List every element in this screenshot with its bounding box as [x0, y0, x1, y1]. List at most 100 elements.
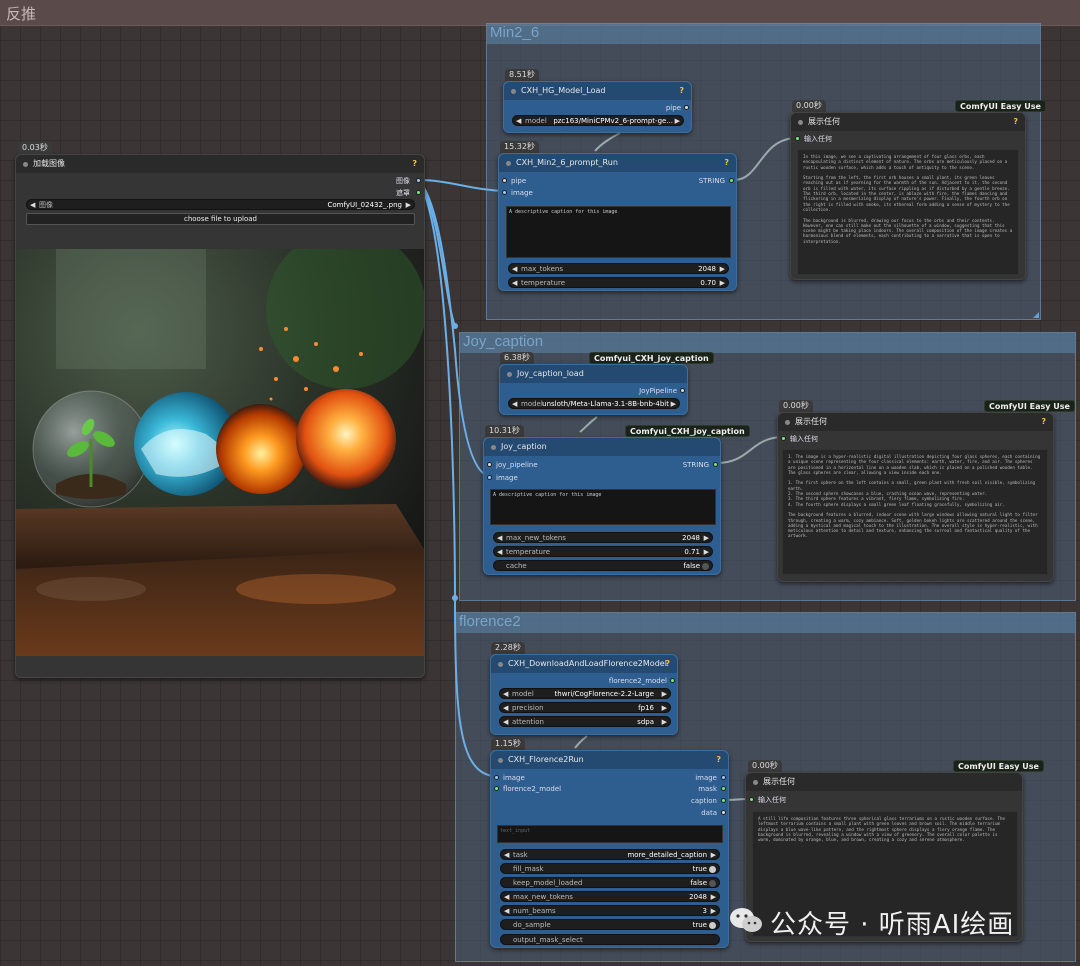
- arrow-right-icon[interactable]: ▶: [704, 533, 709, 544]
- output-text[interactable]: 1. The image is a hyper-realistic digita…: [782, 449, 1048, 575]
- node-header[interactable]: CXH_HG_Model_Load ?: [504, 82, 691, 100]
- collapse-dot-icon[interactable]: [798, 120, 803, 125]
- arrow-left-icon[interactable]: ◀: [504, 892, 509, 903]
- node-header[interactable]: 展示任何 ?: [791, 113, 1025, 131]
- arrow-left-icon[interactable]: ◀: [497, 533, 502, 544]
- hg-model-load-node[interactable]: CXH_HG_Model_Load ? pipe ◀ model pzc163/…: [503, 81, 692, 133]
- upload-button[interactable]: choose file to upload: [26, 213, 415, 225]
- output-mask-pin[interactable]: [416, 190, 421, 195]
- arrow-left-icon[interactable]: ◀: [497, 547, 502, 558]
- help-icon[interactable]: ?: [724, 154, 729, 172]
- min-prompt-run-node[interactable]: CXH_Min2_6_prompt_Run ? pipe image STRIN…: [498, 153, 737, 291]
- input-pipe-pin[interactable]: [502, 178, 507, 183]
- input-pipeline-pin[interactable]: [487, 462, 492, 467]
- arrow-right-icon[interactable]: ▶: [675, 116, 680, 127]
- arrow-left-icon[interactable]: ◀: [512, 399, 517, 410]
- arrow-right-icon[interactable]: ▶: [720, 278, 725, 289]
- arrow-left-icon[interactable]: ◀: [512, 278, 517, 289]
- arrow-right-icon[interactable]: ▶: [662, 703, 667, 714]
- collapse-dot-icon[interactable]: [507, 372, 512, 377]
- toggle-knob[interactable]: [709, 922, 716, 929]
- max-new-tokens-number[interactable]: ◀ max_new_tokens 2048 ▶: [493, 532, 713, 543]
- prompt-textarea[interactable]: A descriptive caption for this image: [490, 489, 716, 525]
- arrow-left-icon[interactable]: ◀: [504, 850, 509, 861]
- arrow-right-icon[interactable]: ▶: [704, 547, 709, 558]
- collapse-dot-icon[interactable]: [511, 89, 516, 94]
- output-mask-select-input[interactable]: output_mask_select: [500, 934, 720, 945]
- arrow-right-icon[interactable]: ▶: [406, 200, 411, 211]
- max-tokens-number[interactable]: ◀ max_tokens 2048 ▶: [508, 263, 729, 274]
- florence-run-node[interactable]: CXH_Florence2Run ? image florence2_model…: [490, 750, 729, 948]
- arrow-left-icon[interactable]: ◀: [516, 116, 521, 127]
- input-model-pin[interactable]: [494, 786, 499, 791]
- output-image-pin[interactable]: [416, 178, 421, 183]
- input-image-pin[interactable]: [502, 190, 507, 195]
- collapse-dot-icon[interactable]: [498, 758, 503, 763]
- attention-combo[interactable]: ◀ attention sdpa ▶: [499, 716, 671, 727]
- joy-caption-load-node[interactable]: Joy_caption_load JoyPipeline ◀ model uns…: [499, 364, 688, 415]
- node-header[interactable]: Joy_caption: [484, 438, 720, 456]
- fill-mask-toggle[interactable]: fill_mask true: [500, 863, 720, 874]
- output-mask-pin[interactable]: [721, 786, 726, 791]
- do-sample-toggle[interactable]: do_sample true: [500, 919, 720, 930]
- joy-caption-run-node[interactable]: Joy_caption joy_pipeline image STRING A …: [483, 437, 721, 575]
- collapse-dot-icon[interactable]: [753, 780, 758, 785]
- input-anything-pin[interactable]: [781, 436, 786, 441]
- collapse-dot-icon[interactable]: [785, 420, 790, 425]
- prompt-textarea[interactable]: A descriptive caption for this image: [506, 206, 731, 258]
- arrow-left-icon[interactable]: ◀: [30, 200, 35, 211]
- model-combo[interactable]: ◀ model pzc163/MiniCPMv2_6-prompt-ge... …: [512, 115, 684, 126]
- arrow-right-icon[interactable]: ▶: [671, 399, 676, 410]
- collapse-dot-icon[interactable]: [491, 445, 496, 450]
- node-canvas[interactable]: 反推 Min2_6 Joy_caption florence2 0.03秒 加载…: [0, 0, 1080, 966]
- cache-toggle[interactable]: cache false: [493, 560, 713, 571]
- arrow-right-icon[interactable]: ▶: [711, 906, 716, 917]
- task-combo[interactable]: ◀ task more_detailed_caption ▶: [500, 849, 720, 860]
- output-model-pin[interactable]: [670, 678, 675, 683]
- help-icon[interactable]: ?: [665, 655, 670, 673]
- model-combo[interactable]: ◀ model unsloth/Meta-Llama-3.1-8B-bnb-4b…: [508, 398, 680, 409]
- node-header[interactable]: 展示任何 ?: [778, 413, 1053, 431]
- help-icon[interactable]: ?: [1041, 413, 1046, 431]
- output-string-pin[interactable]: [713, 462, 718, 467]
- arrow-right-icon[interactable]: ▶: [720, 264, 725, 275]
- keep-model-loaded-toggle[interactable]: keep_model_loaded false: [500, 877, 720, 888]
- arrow-right-icon[interactable]: ▶: [711, 850, 716, 861]
- florence-load-node[interactable]: CXH_DownloadAndLoadFlorence2Model ? flor…: [490, 654, 678, 735]
- model-combo[interactable]: ◀ model thwri/CogFlorence-2.2-Large ▶: [499, 688, 671, 699]
- toggle-knob[interactable]: [709, 866, 716, 873]
- max-new-tokens-number[interactable]: ◀ max_new_tokens 2048 ▶: [500, 891, 720, 902]
- output-string-pin[interactable]: [729, 178, 734, 183]
- output-text[interactable]: In this image, we see a captivating arra…: [797, 149, 1019, 275]
- help-icon[interactable]: ?: [679, 82, 684, 100]
- node-header[interactable]: 展示任何: [746, 773, 1022, 791]
- node-header[interactable]: CXH_DownloadAndLoadFlorence2Model ?: [491, 655, 677, 673]
- input-anything-pin[interactable]: [749, 797, 754, 802]
- input-anything-pin[interactable]: [795, 136, 800, 141]
- node-header[interactable]: CXH_Min2_6_prompt_Run ?: [499, 154, 736, 172]
- num-beams-number[interactable]: ◀ num_beams 3 ▶: [500, 905, 720, 916]
- help-icon[interactable]: ?: [1013, 113, 1018, 131]
- help-icon[interactable]: ?: [412, 155, 417, 173]
- text-input-textarea[interactable]: text_input: [497, 825, 723, 843]
- input-image-pin[interactable]: [494, 775, 499, 780]
- node-header[interactable]: Joy_caption_load: [500, 365, 687, 383]
- arrow-left-icon[interactable]: ◀: [504, 906, 509, 917]
- input-image-pin[interactable]: [487, 475, 492, 480]
- temperature-number[interactable]: ◀ temperature 0.70 ▶: [508, 277, 729, 288]
- arrow-right-icon[interactable]: ▶: [662, 717, 667, 728]
- temperature-number[interactable]: ◀ temperature 0.71 ▶: [493, 546, 713, 557]
- collapse-dot-icon[interactable]: [498, 662, 503, 667]
- show-any-node-1[interactable]: 展示任何 ? 输入任何 In this image, we see a capt…: [790, 112, 1026, 280]
- toggle-knob[interactable]: [702, 563, 709, 570]
- collapse-dot-icon[interactable]: [506, 161, 511, 166]
- toggle-knob[interactable]: [709, 880, 716, 887]
- arrow-left-icon[interactable]: ◀: [503, 703, 508, 714]
- arrow-left-icon[interactable]: ◀: [503, 717, 508, 728]
- precision-combo[interactable]: ◀ precision fp16 ▶: [499, 702, 671, 713]
- node-header[interactable]: 加载图像 ?: [16, 155, 424, 173]
- arrow-right-icon[interactable]: ▶: [711, 892, 716, 903]
- arrow-left-icon[interactable]: ◀: [512, 264, 517, 275]
- node-header[interactable]: CXH_Florence2Run ?: [491, 751, 728, 769]
- output-data-pin[interactable]: [721, 810, 726, 815]
